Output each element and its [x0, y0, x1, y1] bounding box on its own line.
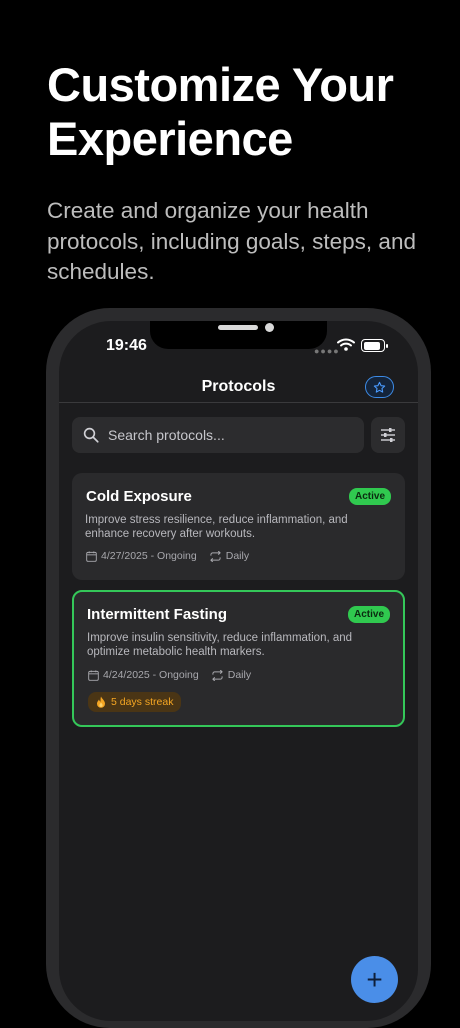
protocol-title: Intermittent Fasting [87, 606, 228, 623]
protocol-frequency: Daily [225, 550, 250, 562]
search-input[interactable]: Search protocols... [72, 417, 364, 453]
add-protocol-button[interactable]: + [351, 956, 398, 1003]
calendar-icon [88, 669, 99, 681]
search-placeholder: Search protocols... [108, 427, 225, 443]
streak-badge: 5 days streak [88, 692, 182, 712]
sliders-icon [381, 428, 395, 442]
hero-subtitle: Create and organize your health protocol… [47, 198, 416, 284]
hero-title: Customize Your Experience [47, 58, 394, 165]
repeat-icon [209, 550, 221, 562]
streak-text: 5 days streak [111, 696, 174, 708]
wifi-icon [337, 338, 355, 351]
protocol-meta: 4/24/2025 - Ongoing Daily [88, 669, 251, 681]
nav-divider [59, 402, 418, 403]
flame-icon [97, 696, 105, 708]
filter-button[interactable] [371, 417, 405, 453]
signal-icon: ●●●● [314, 346, 340, 356]
status-badge: Active [347, 606, 390, 623]
status-badge: Active [348, 488, 391, 505]
repeat-icon [211, 669, 223, 681]
star-icon [373, 381, 386, 393]
protocol-description: Improve insulin sensitivity, reduce infl… [87, 632, 353, 658]
calendar-icon [86, 550, 97, 562]
camera-icon [265, 323, 274, 332]
protocol-dates: 4/24/2025 - Ongoing [103, 669, 199, 681]
protocol-title: Cold Exposure [86, 488, 192, 505]
favorites-button[interactable] [365, 376, 394, 398]
protocol-dates: 4/27/2025 - Ongoing [101, 550, 197, 562]
protocol-frequency: Daily [227, 669, 252, 681]
protocol-card-intermittent-fasting[interactable]: Intermittent Fasting Active Improve insu… [72, 590, 405, 727]
protocol-meta: 4/27/2025 - Ongoing Daily [86, 550, 249, 562]
plus-icon: + [366, 963, 383, 995]
speaker-icon [218, 325, 258, 330]
protocol-description: Improve stress resilience, reduce inflam… [85, 514, 348, 540]
search-icon [83, 427, 99, 443]
status-time: 19:46 [106, 337, 147, 354]
battery-icon [361, 339, 388, 352]
protocol-card-cold-exposure[interactable]: Cold Exposure Active Improve stress resi… [72, 473, 405, 580]
